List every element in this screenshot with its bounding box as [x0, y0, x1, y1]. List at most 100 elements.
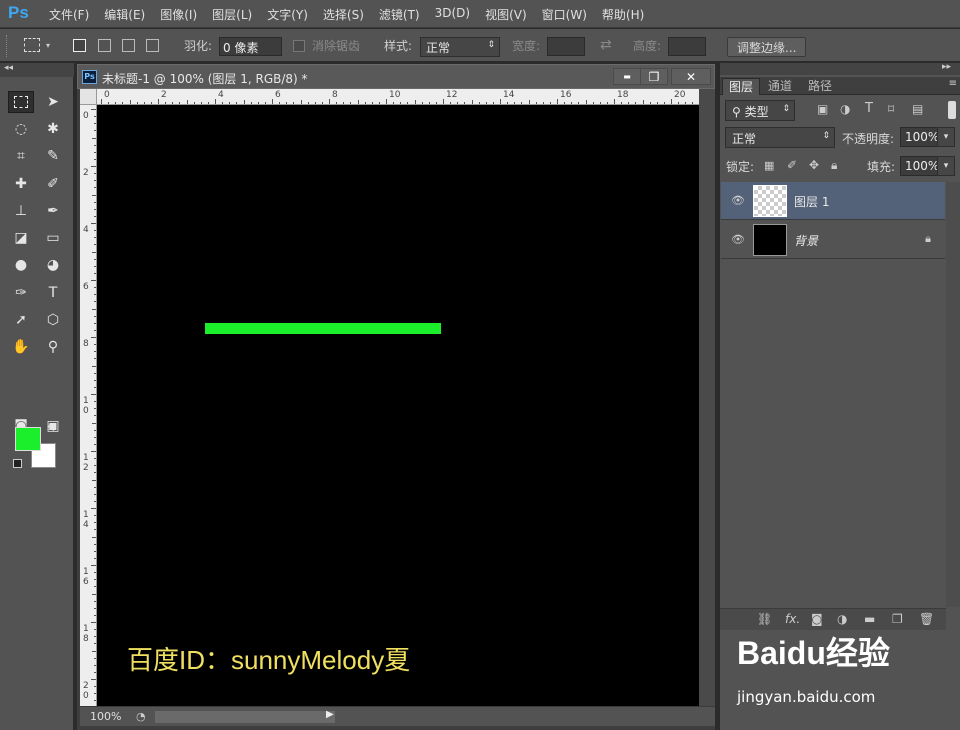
menu-type[interactable]: 文字(Y) — [267, 6, 308, 23]
lock-all-icon[interactable]: 🔒︎ — [831, 158, 837, 173]
gradient-tool-icon[interactable]: ▭ — [40, 227, 66, 249]
scroll-right-arrow-icon[interactable]: ▶ — [326, 709, 334, 720]
menu-edit[interactable]: 编辑(E) — [104, 6, 145, 23]
toolbox-collapse-icon[interactable]: ◂◂ — [0, 63, 74, 77]
layer-name[interactable]: 图层 1 — [794, 193, 829, 210]
filter-smart-icon[interactable]: ▤ — [912, 102, 923, 116]
new-selection-icon[interactable] — [73, 39, 86, 52]
feather-label: 羽化: — [184, 39, 213, 53]
layer-name[interactable]: 背景 — [794, 232, 818, 249]
vertical-scrollbar[interactable] — [699, 89, 715, 706]
close-button[interactable]: ✕ — [671, 68, 711, 85]
status-info-icon[interactable]: ◔ — [136, 710, 146, 723]
menu-select[interactable]: 选择(S) — [323, 6, 364, 23]
delete-layer-icon[interactable]: 🗑︎ — [919, 612, 934, 626]
move-tool-icon[interactable]: ➤ — [40, 91, 66, 113]
fill-dropdown-icon[interactable]: ▾ — [937, 156, 955, 176]
visibility-eye-icon[interactable]: 👁︎ — [731, 233, 745, 246]
filter-adjust-icon[interactable]: ◑ — [840, 102, 850, 116]
spot-heal-tool-icon[interactable]: ✚ — [8, 173, 34, 195]
lock-position-icon[interactable]: ✥ — [809, 158, 819, 172]
horizontal-ruler[interactable]: 0 2 4 6 8 10 12 14 16 18 20 — [97, 89, 699, 105]
menu-file[interactable]: 文件(F) — [49, 6, 89, 23]
panel-scrollbar[interactable] — [946, 182, 960, 607]
document-tab[interactable]: Ps 未标题-1 @ 100% (图层 1, RGB/8) * ▬ ❐ ✕ — [77, 64, 715, 89]
tab-paths[interactable]: 路径 — [802, 78, 838, 95]
filter-shape-icon[interactable]: ⌑ — [888, 102, 894, 116]
zoom-level[interactable]: 100% — [90, 710, 121, 723]
default-colors-icon[interactable] — [13, 459, 22, 468]
shape-tool-icon[interactable]: ⬡ — [40, 309, 66, 331]
tab-channels[interactable]: 通道 — [762, 78, 798, 95]
zoom-tool-icon[interactable]: ⚲ — [40, 336, 66, 358]
menu-help[interactable]: 帮助(H) — [602, 6, 644, 23]
new-layer-icon[interactable]: ❐ — [892, 612, 903, 626]
marquee-preset-icon[interactable] — [24, 38, 40, 52]
ruler-origin[interactable] — [80, 89, 97, 105]
blend-mode-select[interactable]: 正常 ⇕ — [725, 127, 835, 148]
adjustment-layer-icon[interactable]: ◑ — [837, 612, 847, 626]
path-select-tool-icon[interactable]: ➚ — [8, 309, 34, 331]
minimize-button[interactable]: ▬ — [613, 68, 641, 85]
brush-tool-icon[interactable]: ✐ — [40, 173, 66, 195]
opacity-dropdown-icon[interactable]: ▾ — [937, 127, 955, 147]
eraser-tool-icon[interactable]: ◪ — [8, 227, 34, 249]
menu-layer[interactable]: 图层(L) — [212, 6, 252, 23]
swap-icon[interactable]: ⇄ — [600, 37, 612, 53]
subtract-selection-icon[interactable] — [122, 39, 135, 52]
style-select[interactable]: 正常 ⇕ — [420, 37, 500, 57]
menu-3d[interactable]: 3D(D) — [435, 6, 470, 23]
magic-wand-tool-icon[interactable]: ✱ — [40, 118, 66, 140]
visibility-eye-icon[interactable]: 👁︎ — [731, 194, 745, 207]
new-group-icon[interactable]: ▬ — [864, 612, 875, 626]
filter-toggle[interactable] — [948, 101, 956, 119]
antialias-checkbox[interactable] — [293, 40, 305, 52]
filter-kind-select[interactable]: ⚲ 类型 ⇕ — [725, 100, 795, 121]
blur-tool-icon[interactable]: ● — [8, 254, 34, 276]
opacity-input[interactable]: 100% — [900, 127, 939, 147]
fx-icon[interactable]: fx. — [785, 612, 800, 626]
eyedropper-tool-icon[interactable]: ✎ — [40, 145, 66, 167]
history-brush-tool-icon[interactable]: ✒ — [40, 200, 66, 222]
ruler-minor-tick — [243, 100, 245, 104]
intersect-selection-icon[interactable] — [146, 39, 159, 52]
refine-edge-button[interactable]: 调整边缘... — [727, 37, 807, 57]
type-tool-icon[interactable]: T — [40, 282, 66, 304]
ruler-tick — [557, 99, 558, 104]
screen-mode-icon[interactable]: ▣ — [40, 415, 66, 437]
hand-tool-icon[interactable]: ✋ — [8, 336, 34, 358]
fill-input[interactable]: 100% — [900, 156, 939, 176]
canvas[interactable] — [97, 105, 699, 706]
link-layers-icon[interactable]: ⛓︎ — [757, 612, 772, 626]
ruler-minor-tick — [94, 322, 96, 324]
preset-dropdown-arrow-icon[interactable]: ▾ — [46, 41, 50, 50]
clone-stamp-tool-icon[interactable]: ⊥ — [8, 200, 34, 222]
width-input[interactable] — [547, 37, 585, 56]
height-input[interactable] — [668, 37, 706, 56]
menu-view[interactable]: 视图(V) — [485, 6, 527, 23]
add-selection-icon[interactable] — [98, 39, 111, 52]
lasso-tool-icon[interactable]: ◌ — [8, 118, 34, 140]
feather-input[interactable]: 0 像素 — [219, 37, 282, 56]
rect-marquee-tool-icon[interactable] — [8, 91, 34, 113]
add-mask-icon[interactable]: ◙ — [811, 612, 823, 626]
foreground-color-swatch-front[interactable] — [15, 427, 41, 451]
vertical-ruler[interactable]: 0 2 4 6 8 10 12 14 16 18 20 — [80, 105, 97, 706]
panel-collapse-icon[interactable]: ▸▸ — [720, 62, 960, 75]
menu-image[interactable]: 图像(I) — [160, 6, 197, 23]
maximize-button[interactable]: ❐ — [640, 68, 668, 85]
lock-image-icon[interactable]: ✐ — [787, 158, 797, 172]
filter-type-icon[interactable]: T — [865, 101, 873, 116]
menu-filter[interactable]: 滤镜(T) — [379, 6, 420, 23]
lock-transparent-icon[interactable]: ▦ — [764, 159, 774, 172]
crop-tool-icon[interactable]: ⌗ — [8, 145, 34, 167]
layer-row-background[interactable]: 👁︎ 背景 🔒︎ — [721, 221, 945, 259]
horizontal-scrollbar[interactable] — [155, 711, 335, 723]
dodge-tool-icon[interactable]: ◕ — [40, 254, 66, 276]
panel-menu-icon[interactable]: ≡ — [949, 78, 957, 89]
tab-layers[interactable]: 图层 — [722, 78, 761, 95]
menu-window[interactable]: 窗口(W) — [542, 6, 587, 23]
pen-tool-icon[interactable]: ✑ — [8, 282, 34, 304]
layer-row-layer1[interactable]: 👁︎ 图层 1 — [721, 182, 945, 220]
filter-pixel-icon[interactable]: ▣ — [817, 102, 828, 116]
